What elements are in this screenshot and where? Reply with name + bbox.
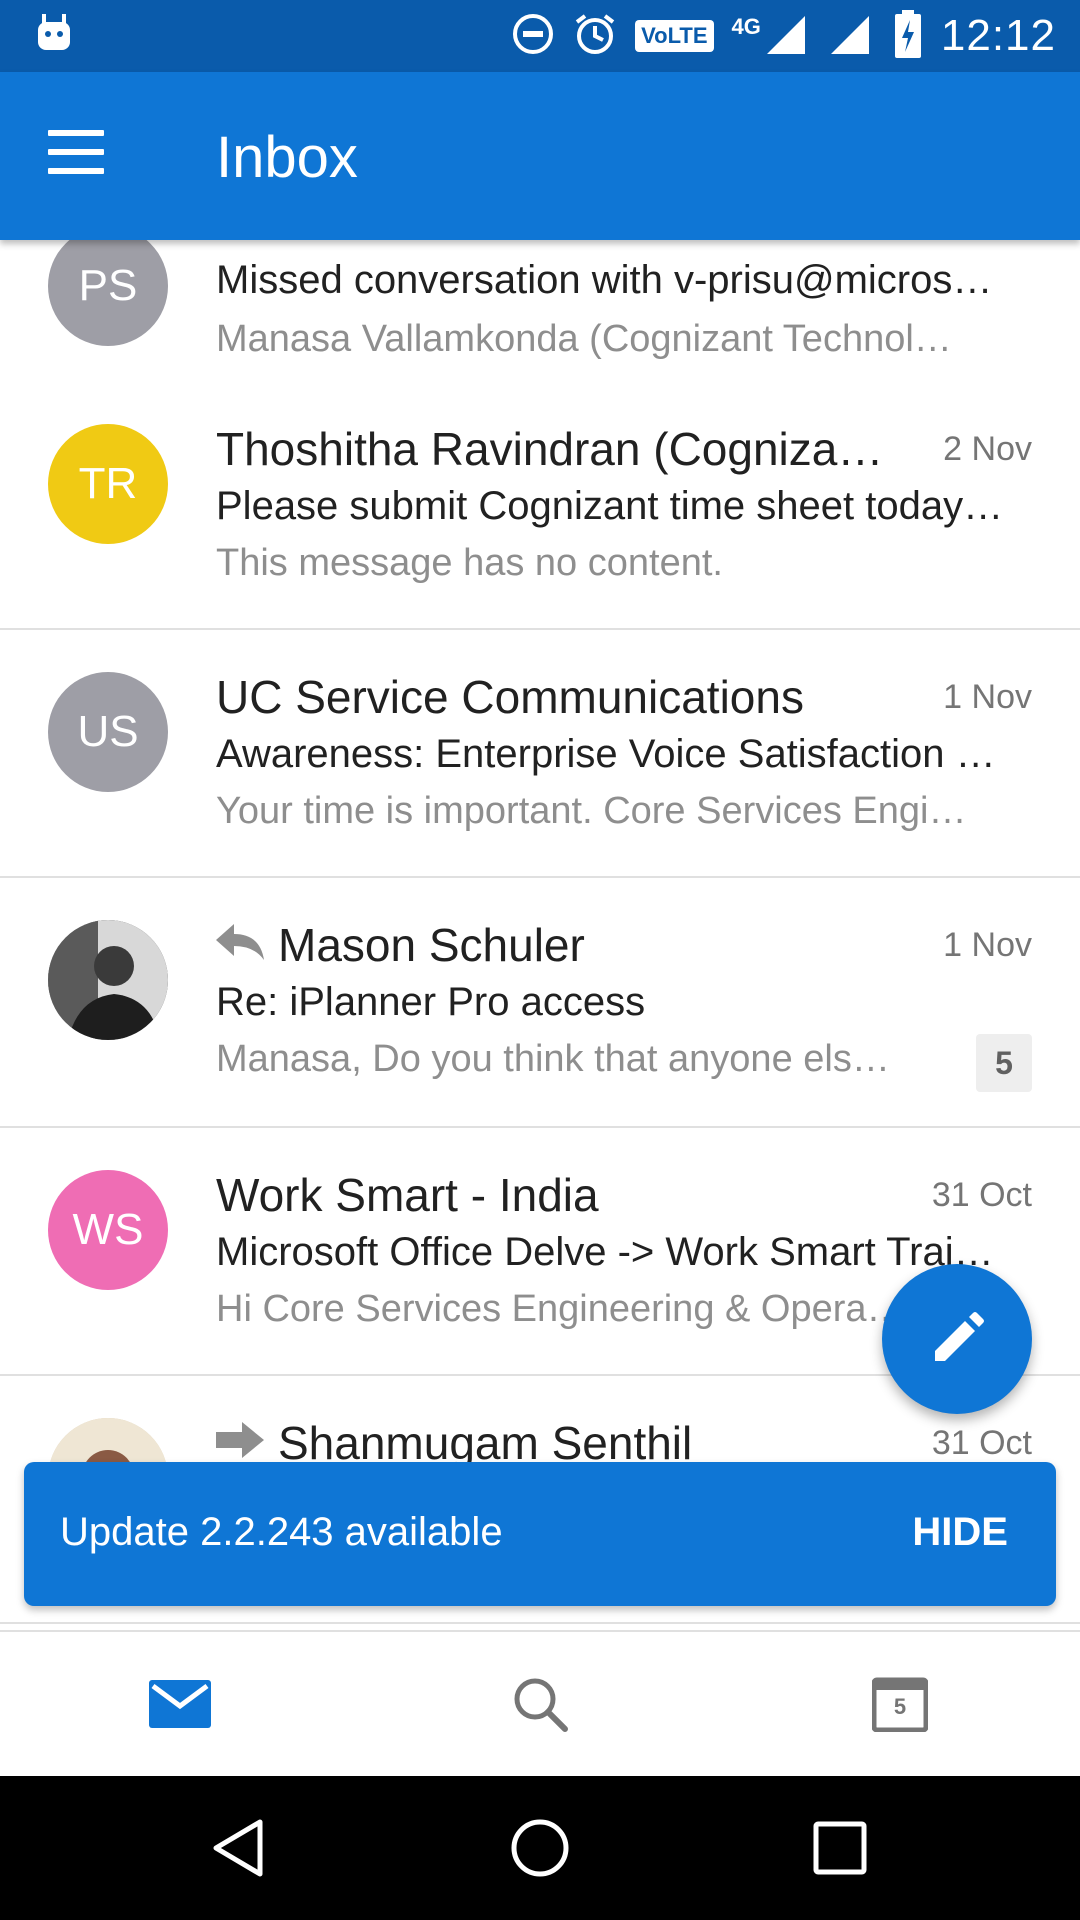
message-date: 31 Oct: [931, 1424, 1032, 1462]
home-circle-icon: [511, 1819, 569, 1877]
recents-button[interactable]: [808, 1816, 872, 1880]
message-date: 1 Nov: [943, 678, 1032, 716]
message-preview: This message has no content.: [216, 542, 723, 584]
calendar-day: 5: [893, 1694, 907, 1719]
system-nav-bar: [0, 1776, 1080, 1920]
network-type-label: 4G: [731, 14, 761, 39]
recents-square-icon: [813, 1821, 867, 1875]
android-robot-icon: [36, 14, 72, 54]
menu-icon: [48, 130, 104, 136]
message-sender: Thoshitha Ravindran (Cogniza…: [216, 423, 884, 475]
message-subject: Awareness: Enterprise Voice Satisfaction…: [216, 732, 996, 776]
forward-icon: [214, 1420, 266, 1460]
thread-count-badge: 5: [976, 1034, 1032, 1092]
message-preview: Manasa, Do you think that anyone els…: [216, 1038, 890, 1080]
message-preview: Your time is important. Core Services En…: [216, 790, 967, 832]
avatar: PS: [48, 240, 168, 346]
pencil-icon: [935, 1312, 984, 1361]
message-row[interactable]: US UC Service Communications 1 Nov Aware…: [0, 630, 1080, 878]
snackbar-message: Update 2.2.243 available: [60, 1510, 503, 1554]
message-subject: Re: iPlanner Pro access: [216, 980, 646, 1024]
message-date: 1 Nov: [943, 926, 1032, 964]
reply-icon: [214, 922, 266, 962]
battery-icon: [893, 9, 923, 63]
menu-button[interactable]: [48, 130, 112, 178]
avatar: US: [48, 672, 168, 792]
avatar: TR: [48, 424, 168, 544]
home-button[interactable]: [508, 1816, 572, 1880]
message-sender: Work Smart - India: [216, 1169, 599, 1221]
signal-icon: [765, 12, 811, 61]
message-sender: Mason Schuler: [278, 919, 585, 971]
message-date: 31 Oct: [931, 1176, 1032, 1214]
status-bar: VoLTE 4G 12:12: [0, 0, 1080, 72]
search-icon: [514, 1678, 568, 1732]
message-sender: UC Service Communications: [216, 671, 804, 723]
message-list[interactable]: PS Missed conversation with v-prisu@micr…: [0, 240, 1080, 1630]
compose-button[interactable]: [882, 1264, 1032, 1414]
message-subject: Please submit Cognizant time sheet today…: [216, 484, 1004, 528]
nav-calendar[interactable]: 5: [864, 1668, 936, 1740]
nav-search[interactable]: [504, 1668, 576, 1740]
app-bar: Inbox: [0, 72, 1080, 240]
avatar: WS: [48, 1170, 168, 1290]
page-title: Inbox: [216, 125, 358, 190]
message-row[interactable]: Mason Schuler 1 Nov Re: iPlanner Pro acc…: [0, 878, 1080, 1128]
avatar-photo: [48, 920, 168, 1040]
back-triangle-icon: [213, 1819, 263, 1877]
volte-badge: VoLTE: [635, 20, 714, 52]
message-row[interactable]: TR Thoshitha Ravindran (Cogniza… 2 Nov P…: [0, 382, 1080, 630]
update-snackbar: Update 2.2.243 available HIDE: [24, 1462, 1056, 1606]
mail-icon: [149, 1680, 211, 1728]
nav-mail[interactable]: [144, 1668, 216, 1740]
do-not-disturb-icon: [511, 12, 555, 61]
bottom-nav: 5: [0, 1630, 1080, 1776]
avatar: [48, 920, 168, 1040]
alarm-icon: [573, 12, 617, 61]
message-subject: Microsoft Office Delve -> Work Smart Tra…: [216, 1230, 994, 1274]
message-subject: Missed conversation with v-prisu@micros…: [216, 258, 993, 302]
back-button[interactable]: [208, 1816, 272, 1880]
hide-button[interactable]: HIDE: [912, 1510, 1008, 1555]
message-preview: Manasa Vallamkonda (Cognizant Technol…: [216, 318, 952, 360]
clock-time: 12:12: [940, 11, 1056, 60]
message-preview: Hi Core Services Engineering & Opera…: [216, 1288, 905, 1330]
signal-icon-secondary: [829, 12, 875, 61]
message-date: 2 Nov: [943, 430, 1032, 468]
